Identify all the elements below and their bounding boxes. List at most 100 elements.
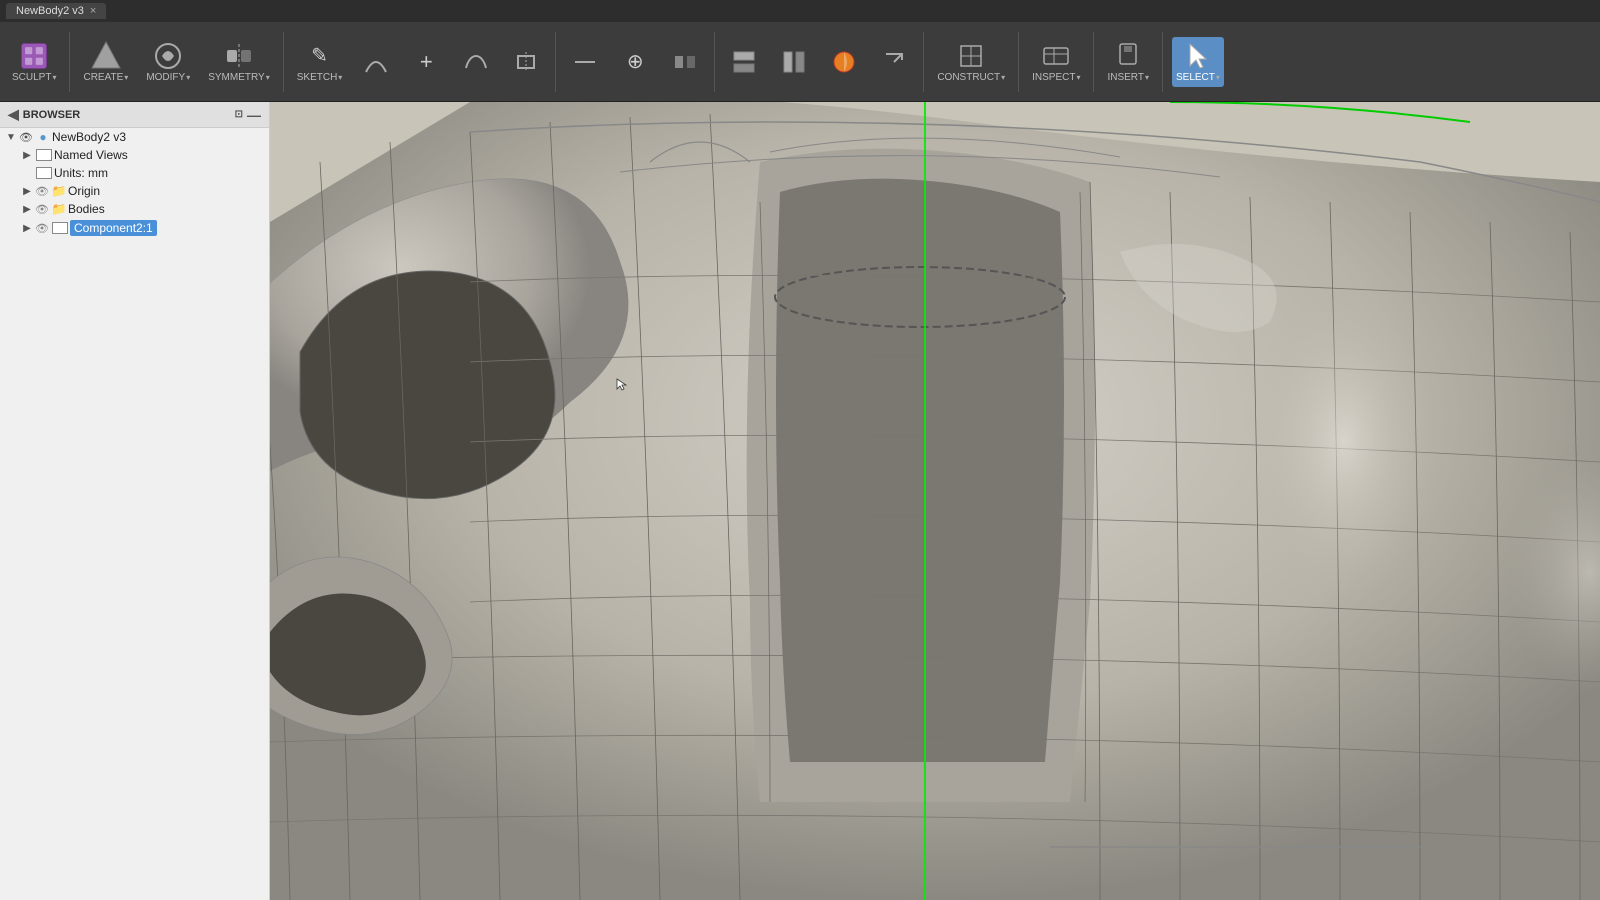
component2-chevron: ▶: [20, 223, 34, 234]
sketch-label: SKETCH▾: [297, 72, 343, 84]
sculpt-button[interactable]: SCULPT▾: [8, 37, 60, 87]
root-label: NewBody2 v3: [52, 130, 126, 144]
symmetry-label: SYMMETRY▾: [208, 72, 270, 84]
stack2-button[interactable]: [774, 43, 814, 81]
create-button[interactable]: CREATE▾: [79, 37, 132, 87]
browser-title: BROWSER: [23, 109, 80, 121]
viewport[interactable]: [270, 102, 1600, 900]
tree-bodies[interactable]: ▶ 👁 📁 Bodies: [0, 200, 269, 218]
orange-button[interactable]: [824, 43, 864, 81]
arrowout-icon: [878, 46, 910, 78]
construct-button[interactable]: CONSTRUCT▾: [933, 37, 1009, 87]
modify-label: MODIFY▾: [146, 72, 190, 84]
plus-icon: +: [410, 46, 442, 78]
named-views-box: [36, 149, 52, 161]
toolbar-group-sketch: ✎ SKETCH▾: [289, 35, 351, 89]
toolbar-group-construct: CONSTRUCT▾: [929, 35, 1013, 89]
stack2-icon: [778, 46, 810, 78]
toolbar-group-inspect: INSPECT▾: [1024, 35, 1088, 89]
frame-icon: [510, 46, 542, 78]
modify-icon: [152, 40, 184, 72]
bodies-chevron: ▶: [20, 204, 34, 215]
bodies-eye-icon: 👁: [34, 203, 50, 216]
tree-root[interactable]: ▼ 👁 ● NewBody2 v3: [0, 128, 269, 146]
origin-folder-icon: 📁: [50, 184, 68, 198]
frame-button[interactable]: [506, 43, 546, 81]
browser-header-right: ⊡ —: [235, 107, 261, 123]
stack1-button[interactable]: [724, 43, 764, 81]
browser-pin-button[interactable]: —: [247, 107, 261, 123]
toolbar-arc: [352, 41, 400, 83]
stack1-icon: [728, 46, 760, 78]
pencil-icon: ✎: [304, 40, 336, 72]
browser-collapse-button[interactable]: ◀: [8, 106, 19, 123]
root-eye-icon: 👁: [18, 131, 34, 144]
insert-icon: [1112, 40, 1144, 72]
sculpt-icon: [18, 40, 50, 72]
orange-icon: [828, 46, 860, 78]
insert-label: INSERT▾: [1107, 72, 1149, 84]
select-icon: [1182, 40, 1214, 72]
mirror-button[interactable]: [665, 43, 705, 81]
bodies-label: Bodies: [68, 202, 105, 216]
toolbar-curve: [452, 41, 500, 83]
sep7: [1093, 32, 1094, 92]
toolbar-minus: [561, 41, 609, 83]
toolbar-group-create: CREATE▾: [75, 35, 136, 89]
toolbar-frame: [502, 41, 550, 83]
tree-units[interactable]: Units: mm: [0, 164, 269, 182]
title-tab[interactable]: NewBody2 v3 ×: [6, 3, 106, 19]
mirror-icon: [669, 46, 701, 78]
tree-origin[interactable]: ▶ 👁 📁 Origin: [0, 182, 269, 200]
cross-icon: ⊕: [619, 46, 651, 78]
component2-box: [52, 222, 68, 234]
toolbar-mirror: [661, 41, 709, 83]
create-icon: [90, 40, 122, 72]
tab-label: NewBody2 v3: [16, 5, 84, 17]
sep5: [923, 32, 924, 92]
toolbar-stack2: [770, 41, 818, 83]
symmetry-button[interactable]: SYMMETRY▾: [204, 37, 274, 87]
sep3: [555, 32, 556, 92]
origin-eye-icon: 👁: [34, 185, 50, 198]
toolbar-group-sym: SYMMETRY▾: [200, 35, 278, 89]
bodies-folder-icon: 📁: [50, 202, 68, 216]
sep8: [1162, 32, 1163, 92]
inspect-button[interactable]: INSPECT▾: [1028, 37, 1084, 87]
curve-button[interactable]: [456, 43, 496, 81]
origin-label: Origin: [68, 184, 100, 198]
modify-button[interactable]: MODIFY▾: [142, 37, 194, 87]
tree-component2[interactable]: ▶ 👁 Component2:1: [0, 218, 269, 238]
named-views-chevron: ▶: [20, 150, 34, 161]
named-views-label: Named Views: [54, 148, 128, 162]
insert-button[interactable]: INSERT▾: [1103, 37, 1153, 87]
sep6: [1018, 32, 1019, 92]
cross-button[interactable]: ⊕: [615, 43, 655, 81]
browser-expand-button[interactable]: ⊡: [235, 109, 243, 120]
browser-panel: ◀ BROWSER ⊡ — ▼ 👁 ● NewBody2 v3 ▶ Named …: [0, 102, 270, 900]
units-box: [36, 167, 52, 179]
symmetry-icon: [223, 40, 255, 72]
arc-button[interactable]: [356, 43, 396, 81]
toolbar: SCULPT▾ CREATE▾: [0, 22, 1600, 102]
close-button[interactable]: ×: [90, 5, 96, 17]
component2-label: Component2:1: [70, 220, 157, 236]
select-button[interactable]: SELECT▾: [1172, 37, 1224, 87]
sculpt-label: SCULPT▾: [12, 72, 56, 84]
construct-label: CONSTRUCT▾: [937, 72, 1005, 84]
minus-button[interactable]: [565, 43, 605, 81]
construct-icon: [955, 40, 987, 72]
arc-icon: [360, 46, 392, 78]
toolbar-arrowout: [870, 41, 918, 83]
tree-named-views[interactable]: ▶ Named Views: [0, 146, 269, 164]
plus-button[interactable]: +: [406, 43, 446, 81]
minus-icon: [569, 46, 601, 78]
units-label: Units: mm: [54, 166, 108, 180]
titlebar: NewBody2 v3 ×: [0, 0, 1600, 22]
inspect-label: INSPECT▾: [1032, 72, 1080, 84]
toolbar-cross: ⊕: [611, 41, 659, 83]
arrowout-button[interactable]: [874, 43, 914, 81]
browser-header-left: ◀ BROWSER: [8, 106, 80, 123]
curve-icon: [460, 46, 492, 78]
sketch-pencil-button[interactable]: ✎ SKETCH▾: [293, 37, 347, 87]
